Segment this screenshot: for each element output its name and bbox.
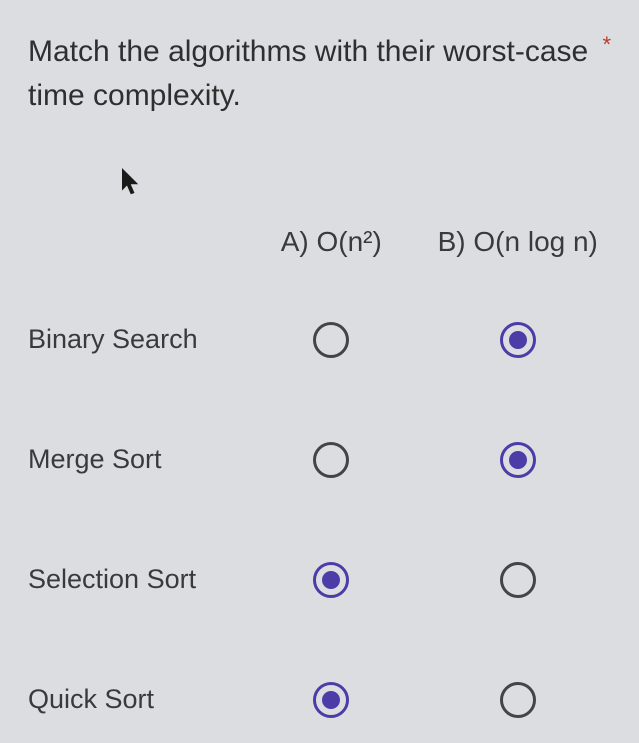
cursor-icon [120, 168, 144, 198]
matching-grid: A) O(n²) B) O(n log n) Binary Search Mer… [28, 212, 611, 743]
grid-row-binary-search: Binary Search [28, 297, 611, 383]
row-label: Selection Sort [28, 562, 238, 597]
row-label: Binary Search [28, 322, 238, 357]
grid-header-row: A) O(n²) B) O(n log n) [28, 212, 611, 272]
radio-selection-sort-b[interactable] [500, 562, 536, 598]
grid-row-selection-sort: Selection Sort [28, 537, 611, 623]
column-header-a: A) O(n²) [281, 226, 382, 258]
radio-merge-sort-a[interactable] [313, 442, 349, 478]
grid-row-quick-sort: Quick Sort [28, 657, 611, 743]
radio-binary-search-a[interactable] [313, 322, 349, 358]
row-label: Quick Sort [28, 682, 238, 717]
grid-row-merge-sort: Merge Sort [28, 417, 611, 503]
row-label: Merge Sort [28, 442, 238, 477]
radio-binary-search-b[interactable] [500, 322, 536, 358]
radio-merge-sort-b[interactable] [500, 442, 536, 478]
radio-selection-sort-a[interactable] [313, 562, 349, 598]
question-text: Match the algorithms with their worst-ca… [28, 30, 592, 117]
radio-quick-sort-b[interactable] [500, 682, 536, 718]
radio-quick-sort-a[interactable] [313, 682, 349, 718]
required-indicator: * [602, 32, 611, 58]
column-header-b: B) O(n log n) [438, 226, 598, 258]
